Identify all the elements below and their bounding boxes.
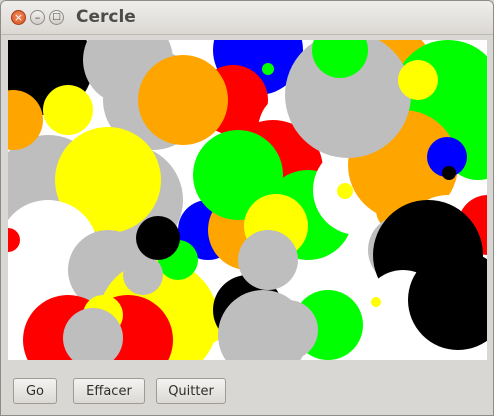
window-title: Cercle bbox=[76, 7, 136, 27]
green-circle bbox=[262, 63, 274, 75]
yellow-circle bbox=[398, 60, 438, 100]
yellow-circle bbox=[43, 85, 93, 135]
black-circle bbox=[136, 216, 180, 260]
effacer-button[interactable]: Effacer bbox=[73, 378, 145, 404]
orange-circle bbox=[138, 55, 228, 145]
quitter-button[interactable]: Quitter bbox=[156, 378, 226, 404]
drawing-canvas[interactable] bbox=[8, 40, 487, 360]
maximize-icon: □ bbox=[52, 12, 61, 22]
minimize-button[interactable]: – bbox=[30, 10, 45, 25]
black-circle bbox=[442, 166, 456, 180]
minimize-icon: – bbox=[34, 11, 41, 24]
title-bar[interactable]: × – □ Cercle bbox=[1, 1, 493, 35]
circles-drawing bbox=[8, 40, 487, 360]
maximize-button[interactable]: □ bbox=[49, 10, 64, 25]
close-button[interactable]: × bbox=[11, 10, 26, 25]
go-button[interactable]: Go bbox=[13, 378, 57, 404]
yellow-circle bbox=[337, 183, 353, 199]
gray-circle bbox=[123, 255, 163, 295]
close-icon: × bbox=[13, 11, 24, 24]
application-window: × – □ Cercle Go Effacer Quitter bbox=[0, 0, 494, 416]
gray-circle bbox=[238, 230, 298, 290]
yellow-circle bbox=[371, 297, 381, 307]
